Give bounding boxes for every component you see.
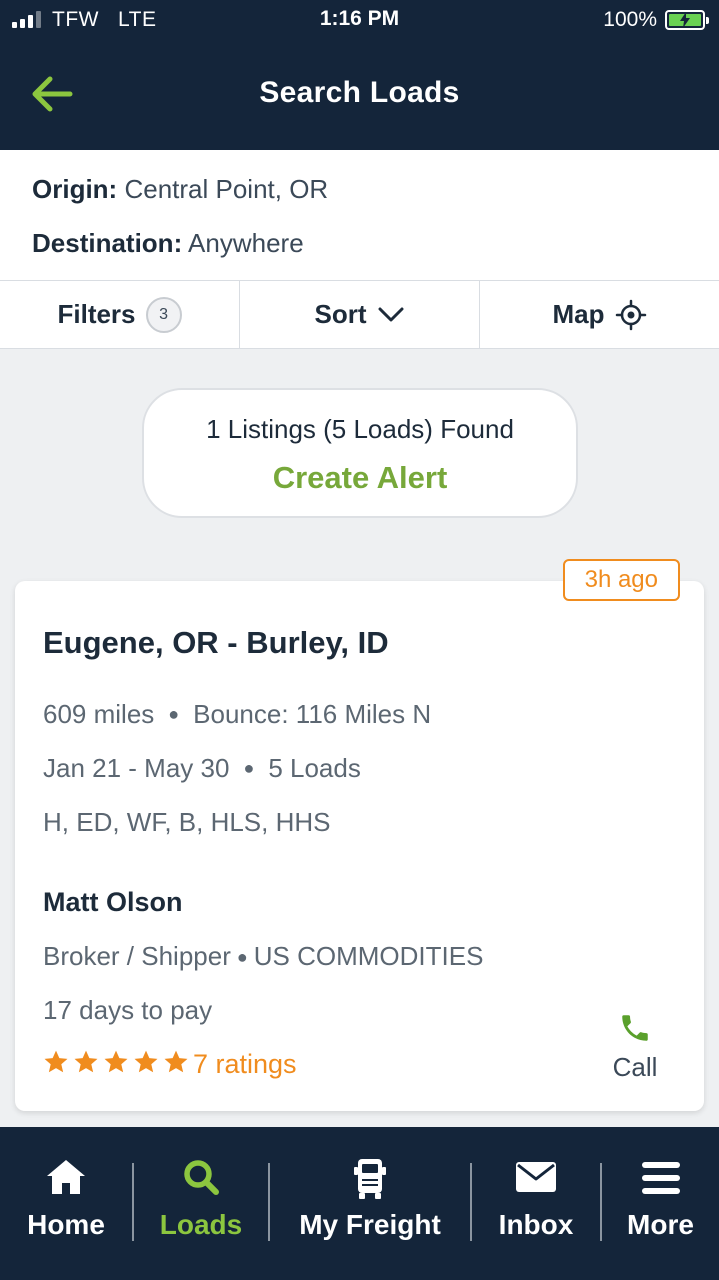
company-type: Broker / Shipper [43,941,231,971]
bounce-miles: Bounce: 116 Miles N [193,699,432,729]
nav-loads-label: Loads [159,1209,243,1240]
status-bar: TFW LTE 1:16 PM 100% [0,0,719,40]
star-icon [74,1050,98,1073]
phone-icon [622,1015,648,1041]
battery-percent: 100% [603,8,657,31]
contact-name: Matt Olson [43,887,183,917]
destination-row: Destination: Anywhere [32,228,304,259]
star-icon [164,1050,188,1073]
nav-home-label: Home [27,1209,105,1240]
bottom-navigation: Home Loads My Freight Inbox More [0,1127,719,1280]
nav-my-freight[interactable]: My Freight [270,1127,470,1280]
separator-dot: ● [168,703,180,724]
location-crosshair-icon [615,299,646,330]
destination-value: Anywhere [188,228,304,258]
origin-label: Origin: [32,174,118,204]
nav-inbox-label: Inbox [498,1209,574,1240]
hamburger-menu-icon [641,1162,680,1194]
nav-more[interactable]: More [602,1127,719,1280]
separator-dot: ● [243,757,255,778]
map-label: Map [552,299,605,329]
search-criteria[interactable]: Origin: Central Point, OR Destination: A… [0,150,719,281]
create-alert-button[interactable]: Create Alert [144,460,576,496]
destination-label: Destination: [32,228,183,258]
origin-value: Central Point, OR [124,174,329,204]
date-range: Jan 21 - May 30 [43,753,230,783]
pay-terms: 17 days to pay [43,995,213,1025]
nav-more-label: More [627,1209,694,1240]
trip-miles: 609 miles [43,699,155,729]
equipment-types: H, ED, WF, B, HLS, HHS [43,807,331,837]
load-count: 5 Loads [268,753,361,783]
company-line: Broker / Shipper ● US COMMODITIES [43,941,483,972]
route-title: Eugene, OR - Burley, ID [43,625,389,660]
envelope-icon [516,1162,556,1192]
nav-loads[interactable]: Loads [134,1127,268,1280]
separator-dot: ● [236,947,248,967]
company-name: US COMMODITIES [253,941,484,971]
call-label: Call [612,1052,658,1082]
page-title: Search Loads [259,76,460,109]
filters-button[interactable]: Filters 3 [0,281,240,348]
star-rating [43,1049,189,1075]
results-summary: 1 Listings (5 Loads) Found Create Alert [142,388,578,518]
map-button[interactable]: Map [480,281,719,348]
ratings-count[interactable]: 7 ratings [193,1049,297,1080]
battery-icon [665,10,709,30]
dates-line: Jan 21 - May 30 ● 5 Loads [43,753,361,784]
origin-row: Origin: Central Point, OR [32,174,328,205]
search-icon [184,1160,219,1195]
posted-age-badge: 3h ago [562,559,680,601]
filters-count-badge: 3 [145,296,182,333]
sort-button[interactable]: Sort [240,281,480,348]
star-icon [134,1050,158,1073]
call-button[interactable]: Call [600,1011,670,1083]
home-icon [47,1160,85,1194]
top-bar: TFW LTE 1:16 PM 100% Search Loads [0,0,719,150]
chevron-down-icon [378,307,403,321]
sort-label: Sort [314,299,367,329]
star-icon [104,1050,128,1073]
filters-label: Filters [57,299,136,329]
toolbar-tabs: Filters 3 Sort Map [0,281,719,349]
results-count: 1 Listings (5 Loads) Found [206,414,514,444]
nav-inbox[interactable]: Inbox [472,1127,600,1280]
load-listing-card[interactable]: 3h ago Eugene, OR - Burley, ID 609 miles… [15,559,704,1111]
nav-my-freight-label: My Freight [299,1209,441,1240]
truck-icon [354,1159,386,1199]
nav-home[interactable]: Home [0,1127,132,1280]
distance-line: 609 miles ● Bounce: 116 Miles N [43,699,431,730]
star-icon [44,1050,68,1073]
